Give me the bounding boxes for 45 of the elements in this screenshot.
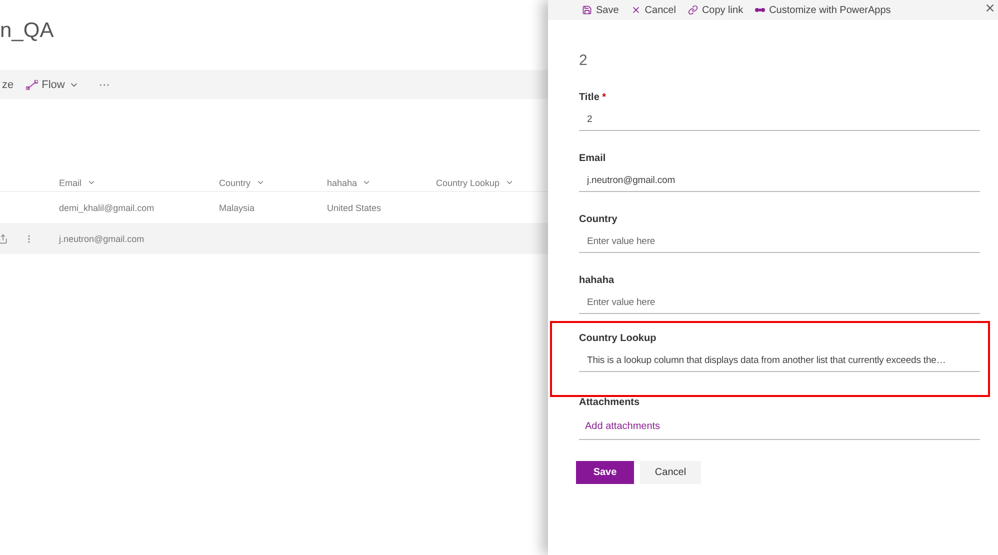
input-field[interactable]: j.neutron@gmail.com (579, 173, 980, 192)
share-icon (0, 234, 8, 244)
chevron-icon[interactable] (256, 178, 265, 187)
toolbar-button[interactable]: Save (582, 4, 619, 16)
table-cell-text: Malaysia (219, 202, 256, 212)
cancel-button[interactable]: Cancel (640, 461, 701, 484)
link-icon (688, 5, 698, 15)
flow-icon (26, 80, 38, 90)
column-header[interactable]: Email (59, 178, 82, 188)
input-field[interactable]: Enter value here (579, 295, 980, 314)
field-label: Title * (579, 92, 608, 103)
column-header[interactable]: Country (219, 178, 251, 188)
flow-button[interactable]: Flow (26, 78, 79, 90)
dots-icon (755, 6, 766, 14)
field-label: Country (579, 214, 618, 225)
command-button[interactable]: ze (2, 78, 14, 90)
input-field[interactable]: This is a lookup column that displays data from another list that currently exceeds the… (579, 353, 980, 372)
save-icon (582, 5, 592, 15)
field-label: Country Lookup (579, 333, 658, 344)
chevron-icon[interactable] (86, 178, 96, 187)
field-label: Email (579, 153, 607, 164)
table-row[interactable]: j.neutron@gmail.com (0, 223, 548, 254)
table-cell-text: United States (327, 202, 382, 212)
required-mark: * (602, 92, 606, 103)
close-icon (630, 5, 641, 15)
close-button[interactable] (984, 2, 996, 14)
item-heading: 2 (579, 52, 588, 69)
page-title: n_QA (0, 18, 55, 44)
table-cell-text: j.neutron@gmail.com (59, 234, 146, 244)
column-header[interactable]: Country Lookup (436, 178, 500, 188)
toolbar-button[interactable]: Copy link (688, 4, 744, 16)
close-icon (984, 2, 996, 14)
input-field[interactable]: 2 (579, 112, 980, 131)
toolbar-button[interactable]: Cancel (630, 4, 676, 16)
more-button[interactable]: ··· (98, 78, 110, 90)
column-header[interactable]: hahaha (327, 178, 358, 188)
chevron-icon[interactable] (362, 178, 372, 187)
chevron-icon[interactable] (504, 178, 514, 187)
save-button[interactable]: Save (576, 461, 634, 484)
field-label: hahaha (579, 275, 616, 286)
table-cell-text: demi_khalil@gmail.com (59, 202, 156, 212)
toolbar-button[interactable]: Customize with PowerApps (755, 4, 891, 16)
field-label: Attachments (579, 397, 641, 408)
input-field[interactable]: Enter value here (579, 234, 980, 253)
add-attachments-link[interactable]: Add attachments (585, 421, 660, 432)
